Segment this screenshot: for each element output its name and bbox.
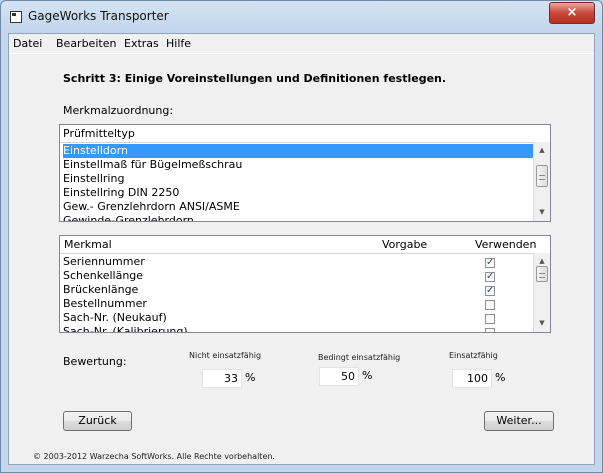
gauge-type-item[interactable]: Einstellring xyxy=(63,172,124,186)
rating-label: Bewertung: xyxy=(63,355,127,368)
menu-datei[interactable]: Datei xyxy=(13,37,42,50)
close-icon: × xyxy=(566,5,578,20)
page-title: Schritt 3: Einige Voreinstellungen und D… xyxy=(63,72,447,85)
feature-row[interactable]: Sach-Nr. (Neukauf) xyxy=(63,311,167,325)
scroll-down-icon[interactable]: ▼ xyxy=(534,319,550,327)
feature-row[interactable]: Sach-Nr. (Kalibrierung) xyxy=(63,325,188,332)
percent-unit: % xyxy=(245,371,256,384)
close-button[interactable]: × xyxy=(549,2,595,24)
app-icon xyxy=(10,11,22,23)
menu-bearbeiten[interactable]: Bearbeiten xyxy=(56,37,116,50)
rating-caption-usable: Einsatzfähig xyxy=(449,351,498,360)
back-button[interactable]: Zurück xyxy=(63,411,132,431)
app-window: GageWorks Transporter × Datei Bearbeiten… xyxy=(0,0,603,473)
col-header-merkmal[interactable]: Merkmal xyxy=(64,238,112,252)
percent-unit: % xyxy=(495,371,506,384)
menu-hilfe[interactable]: Hilfe xyxy=(166,37,191,50)
menu-extras[interactable]: Extras xyxy=(124,37,159,50)
col-header-verwenden[interactable]: Verwenden xyxy=(475,238,536,252)
feature-table-scrollbar[interactable]: ▲ ▼ xyxy=(533,253,550,332)
use-checkbox[interactable] xyxy=(485,314,495,324)
scroll-down-icon[interactable]: ▼ xyxy=(534,208,550,216)
feature-row[interactable]: Bestellnummer xyxy=(63,297,147,311)
scroll-thumb[interactable] xyxy=(536,266,548,282)
percent-unit: % xyxy=(362,369,373,382)
next-button[interactable]: Weiter... xyxy=(484,411,554,431)
copyright-footer: © 2003-2012 Warzecha SoftWorks. Alle Rec… xyxy=(33,452,275,461)
feature-table[interactable]: Merkmal Vorgabe Verwenden Seriennummer S… xyxy=(59,235,551,333)
client-area: Datei Bearbeiten Extras Hilfe Schritt 3:… xyxy=(8,33,595,465)
feature-row[interactable]: Schenkellänge xyxy=(63,269,143,283)
use-checkbox[interactable] xyxy=(485,328,495,332)
gauge-type-item[interactable]: Einstellmaß für Bügelmeßschrau xyxy=(63,158,242,172)
menu-bar: Datei Bearbeiten Extras Hilfe xyxy=(9,34,594,54)
usable-percent-input[interactable]: 100 xyxy=(452,369,492,388)
not-usable-percent-input[interactable]: 33 xyxy=(202,369,242,388)
gauge-type-header[interactable]: Prüfmitteltyp xyxy=(60,125,535,143)
gauge-type-list[interactable]: Prüfmitteltyp Einstelldorn Einstellmaß f… xyxy=(59,124,551,222)
use-checkbox[interactable]: ✓ xyxy=(485,286,495,296)
scroll-up-icon[interactable]: ▲ xyxy=(534,146,550,154)
gauge-type-item[interactable]: Einstellring DIN 2250 xyxy=(63,186,179,200)
use-checkbox[interactable] xyxy=(485,300,495,310)
feature-table-header: Merkmal Vorgabe Verwenden xyxy=(60,236,550,254)
title-bar[interactable]: GageWorks Transporter × xyxy=(1,1,602,33)
assignment-label: Merkmalzuordnung: xyxy=(63,104,174,117)
gauge-type-item[interactable]: Gew.- Grenzlehrdorn ANSI/ASME xyxy=(63,200,240,214)
gauge-list-scrollbar[interactable]: ▲ ▼ xyxy=(533,142,550,221)
conditional-percent-input[interactable]: 50 xyxy=(319,367,359,386)
use-checkbox[interactable]: ✓ xyxy=(485,258,495,268)
gauge-type-header-label: Prüfmitteltyp xyxy=(63,127,135,140)
gauge-type-item[interactable]: Gewinde-Grenzlehrdorn xyxy=(63,214,194,221)
feature-row[interactable]: Seriennummer xyxy=(63,255,145,269)
rating-caption-conditional: Bedingt einsatzfähig xyxy=(318,353,401,362)
col-header-vorgabe[interactable]: Vorgabe xyxy=(382,238,427,252)
rating-caption-not-usable: Nicht einsatzfähig xyxy=(189,351,262,360)
scroll-thumb[interactable] xyxy=(536,165,548,187)
window-title: GageWorks Transporter xyxy=(28,9,169,23)
gauge-type-item[interactable]: Einstelldorn xyxy=(63,144,533,158)
use-checkbox[interactable]: ✓ xyxy=(485,272,495,282)
feature-row[interactable]: Brückenlänge xyxy=(63,283,138,297)
scroll-up-icon[interactable]: ▲ xyxy=(534,257,550,265)
